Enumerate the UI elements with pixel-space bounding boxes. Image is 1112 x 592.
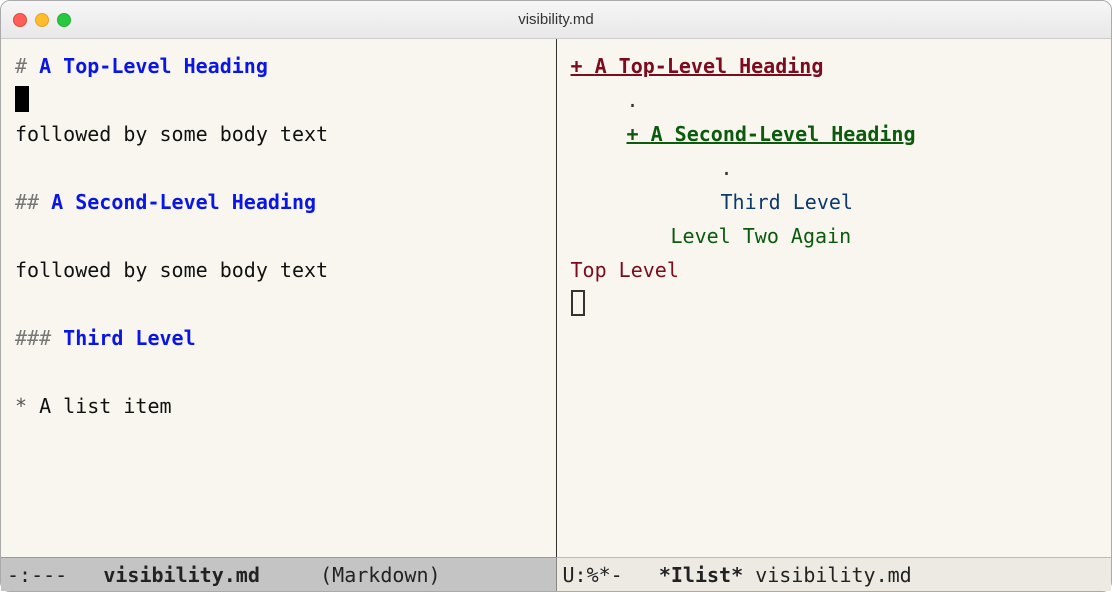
heading-text: Third Level xyxy=(63,326,195,350)
heading-level-1: # A Top-Level Heading xyxy=(15,49,542,83)
body-text: followed by some body text xyxy=(15,253,542,287)
maximize-icon[interactable] xyxy=(57,13,71,27)
outline-heading-2[interactable]: Level Two Again xyxy=(571,219,1098,253)
bullet-icon: * xyxy=(15,394,27,418)
modeline-right[interactable]: U:%*- *Ilist* visibility.md xyxy=(557,557,1112,591)
traffic-lights xyxy=(13,13,71,27)
buffer-file: visibility.md xyxy=(755,563,912,587)
markdown-hash: # xyxy=(15,54,27,78)
editor-area: # A Top-Level Heading followed by some b… xyxy=(1,39,1111,557)
outline-heading-1[interactable]: Top Level xyxy=(571,253,1098,287)
buffer-status: U:%*- xyxy=(563,563,635,587)
inactive-cursor xyxy=(571,290,585,316)
heading-text: A Second-Level Heading xyxy=(51,190,316,214)
expand-plus-icon[interactable]: + xyxy=(571,54,583,78)
list-item: * A list item xyxy=(15,389,542,423)
markdown-buffer[interactable]: # A Top-Level Heading followed by some b… xyxy=(1,39,557,557)
close-icon[interactable] xyxy=(13,13,27,27)
window-title: visibility.md xyxy=(1,11,1111,28)
markdown-hash: ### xyxy=(15,326,51,350)
outline-label: A Second-Level Heading xyxy=(651,122,916,146)
outline-heading-1[interactable]: + A Top-Level Heading xyxy=(571,49,1098,83)
outline-dot: . xyxy=(571,151,1098,185)
cursor-line xyxy=(15,83,542,117)
heading-text: A Top-Level Heading xyxy=(39,54,268,78)
outline-heading-2[interactable]: + A Second-Level Heading xyxy=(571,117,1098,151)
expand-plus-icon[interactable]: + xyxy=(627,122,639,146)
buffer-status: -:--- xyxy=(7,563,79,587)
minimize-icon[interactable] xyxy=(35,13,49,27)
modeline-left[interactable]: -:--- visibility.md (Markdown) xyxy=(1,557,557,591)
major-mode: (Markdown) xyxy=(320,563,440,587)
markdown-hash: ## xyxy=(15,190,39,214)
text-cursor xyxy=(15,86,29,112)
cursor-line xyxy=(571,287,1098,321)
body-text: followed by some body text xyxy=(15,117,542,151)
buffer-name: *Ilist* xyxy=(659,563,743,587)
outline-label: A Top-Level Heading xyxy=(595,54,824,78)
heading-level-3: ### Third Level xyxy=(15,321,542,355)
list-item-text: A list item xyxy=(39,394,171,418)
heading-level-2: ## A Second-Level Heading xyxy=(15,185,542,219)
outline-heading-3[interactable]: Third Level xyxy=(571,185,1098,219)
outline-dot: . xyxy=(571,83,1098,117)
modeline-row: -:--- visibility.md (Markdown) U:%*- *Il… xyxy=(1,557,1111,591)
ilist-buffer[interactable]: + A Top-Level Heading . + A Second-Level… xyxy=(557,39,1112,557)
titlebar: visibility.md xyxy=(1,1,1111,39)
buffer-name: visibility.md xyxy=(103,563,260,587)
